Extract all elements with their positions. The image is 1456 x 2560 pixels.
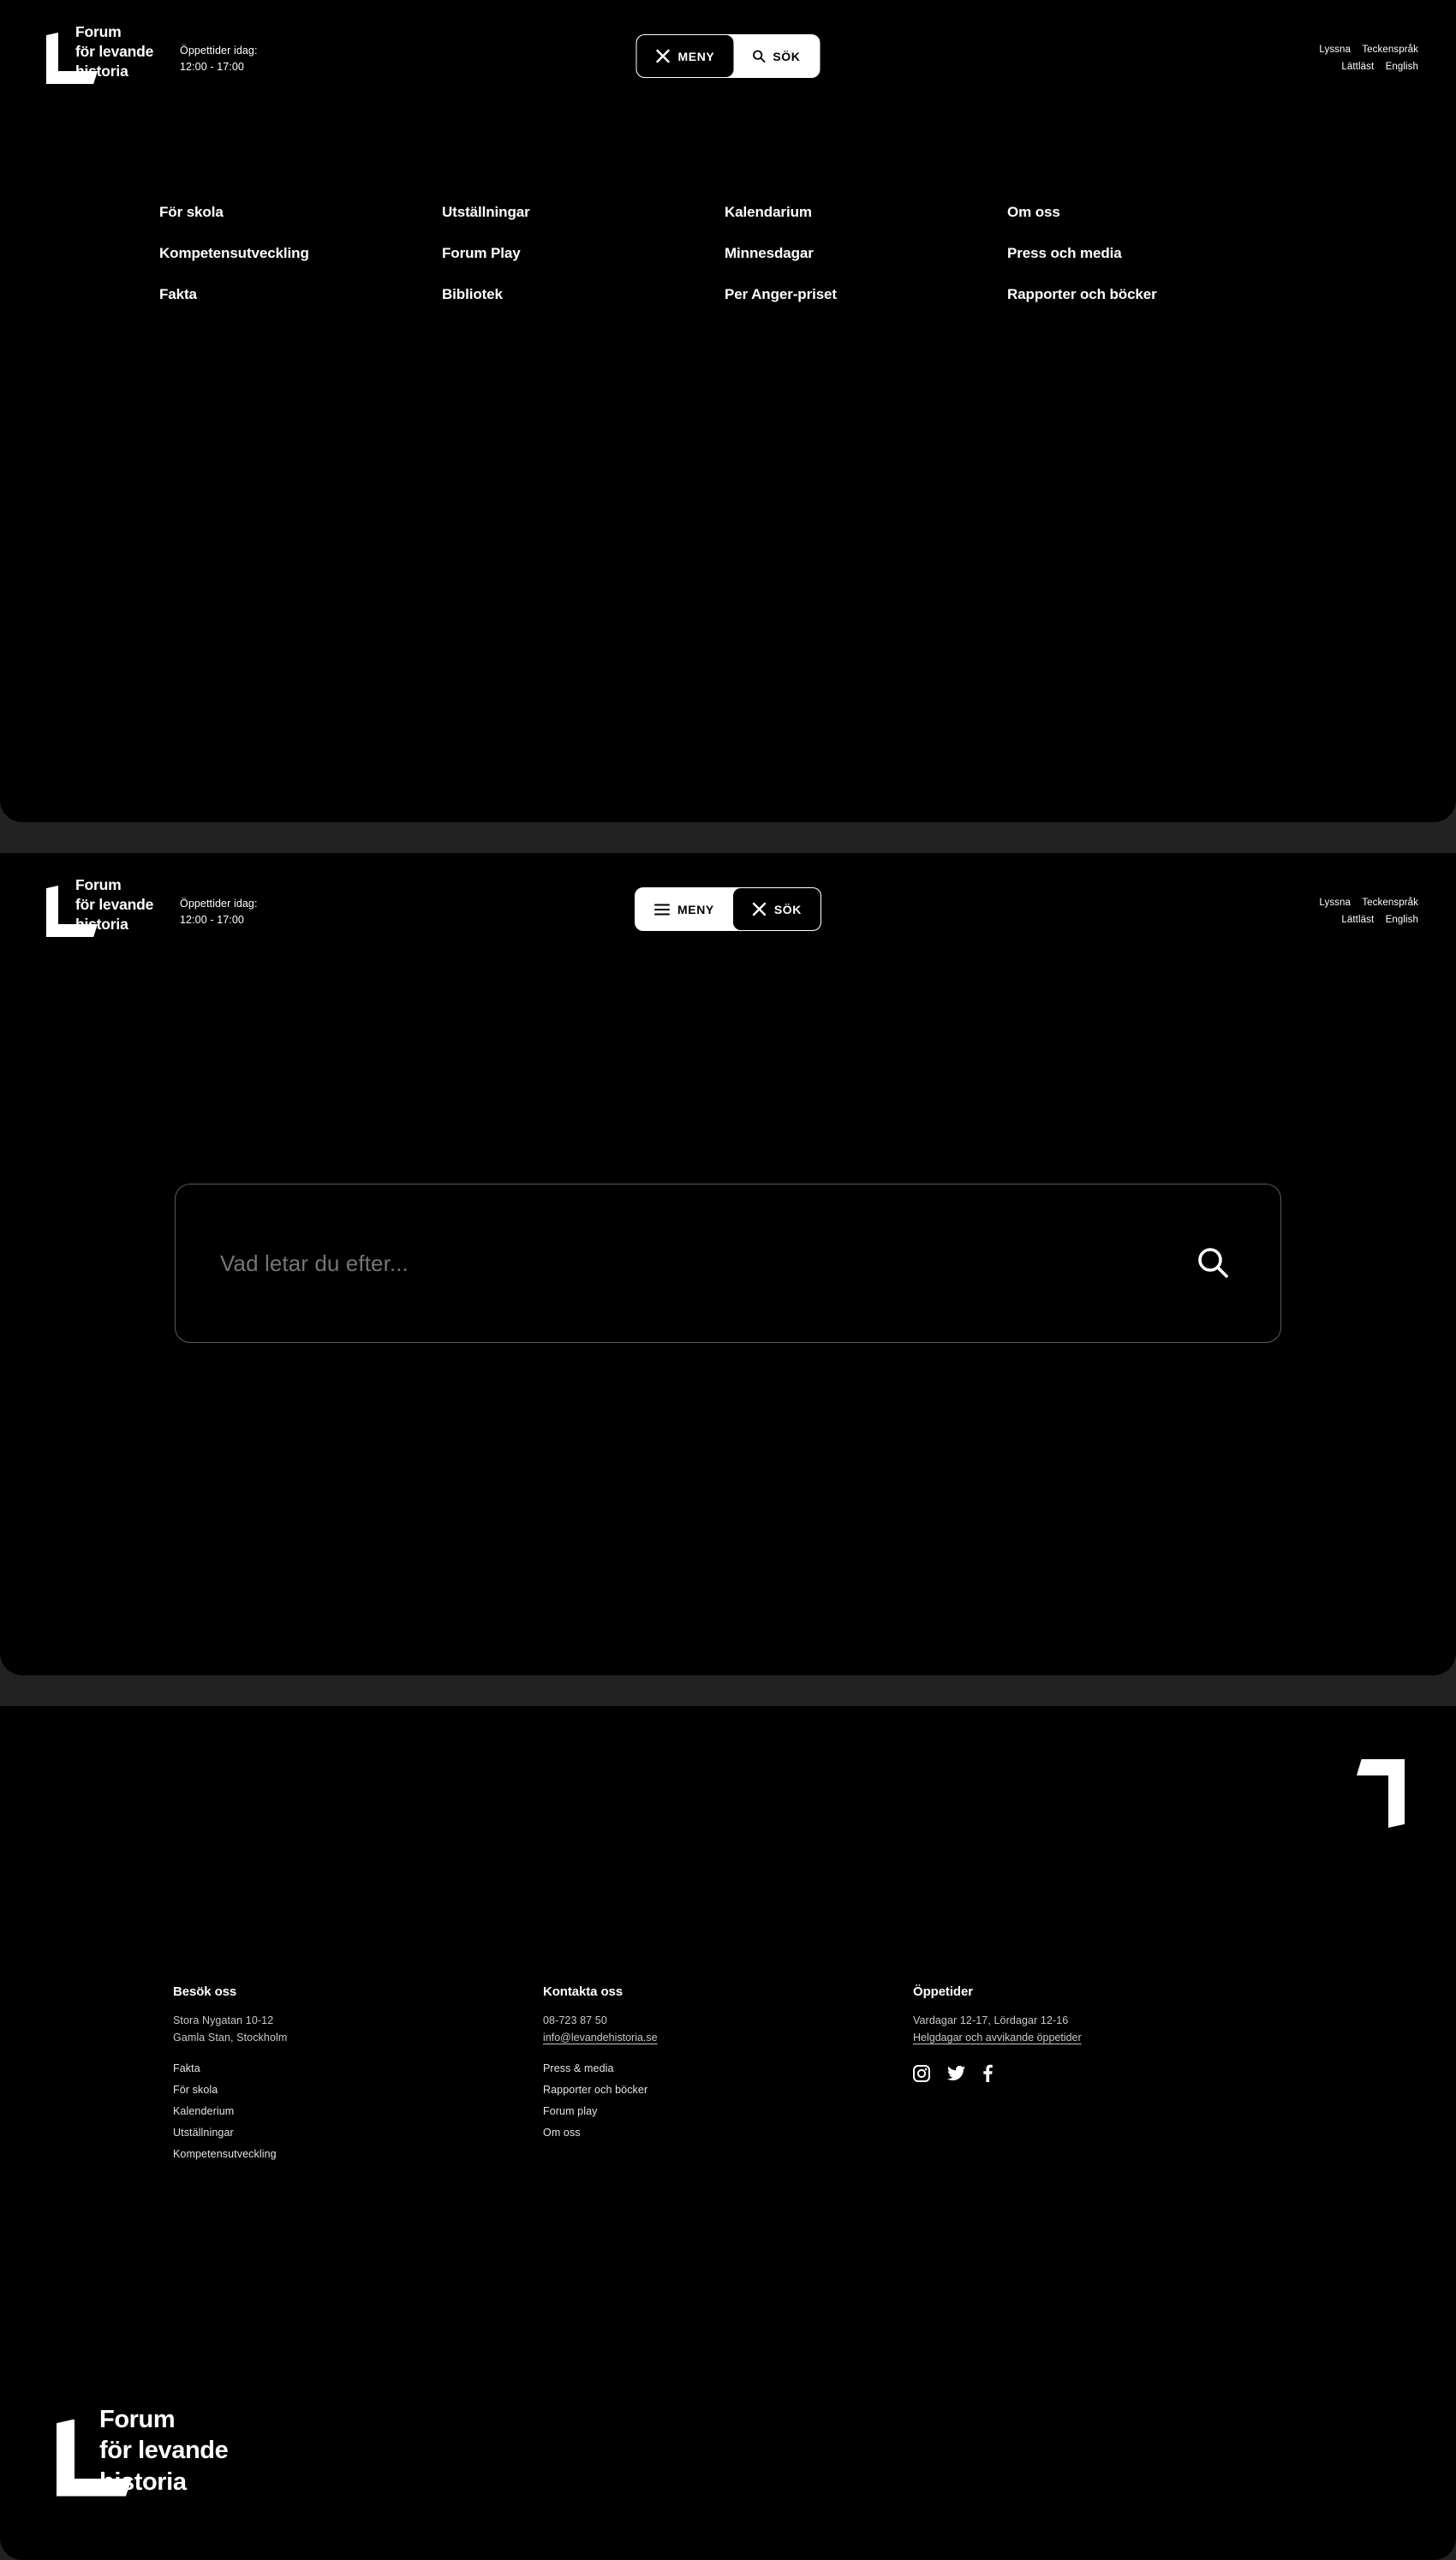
menu-item-minnesdagar[interactable]: Minnesdagar bbox=[725, 245, 814, 262]
twitter-icon[interactable] bbox=[947, 2065, 965, 2086]
menu-button[interactable]: MENY bbox=[636, 888, 733, 930]
social-links bbox=[913, 2062, 1283, 2086]
menu-item-fakta[interactable]: Fakta bbox=[159, 286, 197, 303]
accessibility-links: Lyssna Teckenspråk Lättläst English bbox=[1310, 894, 1418, 928]
footer-contact-column: Kontakta oss 08-723 87 50 info@levandehi… bbox=[543, 1984, 913, 2047]
footer-logo-line-1: Forum bbox=[99, 2405, 176, 2433]
search-button[interactable]: SÖK bbox=[732, 888, 820, 930]
footer-social-column bbox=[913, 2062, 1283, 2160]
footer-link-utstallningar[interactable]: Utställningar bbox=[173, 2127, 234, 2139]
menu-button[interactable]: MENY bbox=[636, 35, 734, 77]
listen-link[interactable]: Lyssna bbox=[1319, 45, 1351, 55]
menu-item-forum-play[interactable]: Forum Play bbox=[442, 245, 521, 262]
menu-item-kompetensutveckling[interactable]: Kompetensutveckling bbox=[159, 245, 309, 262]
site-header: Forum för levande historia Öppettider id… bbox=[0, 0, 1456, 103]
footer-logo-line-2: för levande bbox=[99, 2437, 229, 2465]
footer-info-columns: Besök oss Stora Nygatan 10-12 Gamla Stan… bbox=[173, 1984, 1283, 2047]
search-field-wrapper[interactable] bbox=[175, 1184, 1281, 1343]
search-icon bbox=[752, 50, 766, 63]
menu-overlay-panel: Forum för levande historia Öppettider id… bbox=[0, 0, 1456, 822]
footer-address-line-2: Gamla Stan, Stockholm bbox=[173, 2032, 288, 2044]
search-button-label: SÖK bbox=[773, 902, 802, 916]
facebook-icon[interactable] bbox=[982, 2064, 993, 2086]
hamburger-icon bbox=[654, 904, 670, 916]
close-icon bbox=[656, 49, 671, 63]
footer-link-fakta[interactable]: Fakta bbox=[173, 2062, 200, 2074]
easy-read-link[interactable]: Lättläst bbox=[1341, 62, 1374, 72]
opening-hours-label: Öppettider idag: bbox=[180, 898, 258, 910]
footer-link-kompetensutveckling[interactable]: Kompetensutveckling bbox=[173, 2148, 277, 2160]
footer-heading-contact: Kontakta oss bbox=[543, 1984, 623, 1999]
menu-item-bibliotek[interactable]: Bibliotek bbox=[442, 286, 503, 303]
site-footer: Besök oss Stora Nygatan 10-12 Gamla Stan… bbox=[0, 1706, 1456, 2560]
easy-read-link[interactable]: Lättläst bbox=[1341, 915, 1374, 925]
footer-heading-hours: Öppetider bbox=[913, 1984, 973, 1999]
footer-hours-column: Öppetider Vardagar 12-17, Lördagar 12-16… bbox=[913, 1984, 1283, 2047]
menu-button-label: MENY bbox=[677, 49, 715, 63]
menu-item-rapporter-och-bocker[interactable]: Rapporter och böcker bbox=[1007, 286, 1157, 303]
search-button-label: SÖK bbox=[773, 49, 801, 63]
bracket-mark-icon bbox=[50, 2419, 132, 2497]
logo-line-2: för levande bbox=[75, 42, 154, 60]
main-menu-grid: För skola Utställningar Kalendarium Om o… bbox=[159, 204, 1290, 303]
logo-line-1: Forum bbox=[75, 23, 122, 40]
footer-nav-column-2: Press & media Rapporter och böcker Forum… bbox=[543, 2062, 913, 2160]
site-logo[interactable]: Forum för levande historia bbox=[41, 22, 153, 84]
site-logo[interactable]: Forum för levande historia bbox=[41, 875, 153, 937]
footer-link-om-oss[interactable]: Om oss bbox=[543, 2127, 581, 2139]
footer-logo[interactable]: Forum för levande historia bbox=[50, 2404, 229, 2498]
footer-link-press-media[interactable]: Press & media bbox=[543, 2062, 614, 2074]
sign-language-link[interactable]: Teckenspråk bbox=[1362, 898, 1418, 908]
bracket-mark-icon bbox=[41, 33, 98, 84]
sign-language-link[interactable]: Teckenspråk bbox=[1362, 45, 1418, 55]
footer-heading-visit: Besök oss bbox=[173, 1984, 237, 1999]
header-toggle-group: MENY SÖK bbox=[636, 35, 820, 77]
logo-line-2: för levande bbox=[75, 895, 154, 913]
opening-hours-value: 12:00 - 17:00 bbox=[180, 913, 244, 926]
footer-address-line-1: Stora Nygatan 10-12 bbox=[173, 2014, 274, 2026]
footer-nav-columns: Fakta För skola Kalenderium Utställninga… bbox=[173, 2062, 1283, 2160]
close-icon bbox=[752, 902, 767, 916]
bracket-mark-icon bbox=[41, 886, 98, 937]
menu-item-press-och-media[interactable]: Press och media bbox=[1007, 245, 1122, 262]
opening-hours-today: Öppettider idag: 12:00 - 17:00 bbox=[180, 43, 258, 75]
search-submit-button[interactable] bbox=[1196, 1246, 1229, 1281]
menu-item-utstallningar[interactable]: Utställningar bbox=[442, 204, 530, 221]
accessibility-links: Lyssna Teckenspråk Lättläst English bbox=[1310, 41, 1418, 75]
opening-hours-value: 12:00 - 17:00 bbox=[180, 60, 244, 73]
opening-hours-label: Öppettider idag: bbox=[180, 45, 258, 57]
menu-item-kalendarium[interactable]: Kalendarium bbox=[725, 204, 812, 221]
menu-button-label: MENY bbox=[677, 902, 714, 916]
site-header-search-state: Forum för levande historia Öppettider id… bbox=[0, 853, 1456, 956]
search-icon bbox=[1196, 1246, 1229, 1281]
footer-link-forum-play[interactable]: Forum play bbox=[543, 2105, 598, 2117]
search-overlay-panel: Forum för levande historia Öppettider id… bbox=[0, 853, 1456, 1675]
search-input[interactable] bbox=[220, 1250, 1196, 1277]
menu-item-om-oss[interactable]: Om oss bbox=[1007, 204, 1060, 221]
logo-line-1: Forum bbox=[75, 876, 122, 893]
footer-link-rapporter-bocker[interactable]: Rapporter och böcker bbox=[543, 2084, 647, 2096]
instagram-icon[interactable] bbox=[913, 2064, 930, 2086]
english-link[interactable]: English bbox=[1386, 915, 1418, 925]
footer-link-for-skola[interactable]: För skola bbox=[173, 2084, 218, 2096]
opening-hours-today: Öppettider idag: 12:00 - 17:00 bbox=[180, 896, 258, 928]
menu-item-per-anger-priset[interactable]: Per Anger-priset bbox=[725, 286, 837, 303]
footer-visit-column: Besök oss Stora Nygatan 10-12 Gamla Stan… bbox=[173, 1984, 543, 2047]
header-toggle-group: MENY SÖK bbox=[636, 888, 820, 930]
footer-nav-column-1: Fakta För skola Kalenderium Utställninga… bbox=[173, 2062, 543, 2160]
footer-holiday-hours-link[interactable]: Helgdagar och avvikande öppetider bbox=[913, 2029, 1082, 2046]
footer-hours-line: Vardagar 12-17, Lördagar 12-16 bbox=[913, 2014, 1069, 2026]
footer-email-link[interactable]: info@levandehistoria.se bbox=[543, 2029, 658, 2046]
menu-item-for-skola[interactable]: För skola bbox=[159, 204, 224, 221]
footer-phone: 08-723 87 50 bbox=[543, 2014, 607, 2026]
search-button[interactable]: SÖK bbox=[733, 35, 820, 77]
bracket-mark-rotated-icon bbox=[1357, 1759, 1415, 1828]
listen-link[interactable]: Lyssna bbox=[1319, 898, 1351, 908]
footer-link-kalenderium[interactable]: Kalenderium bbox=[173, 2105, 234, 2117]
english-link[interactable]: English bbox=[1386, 62, 1418, 72]
